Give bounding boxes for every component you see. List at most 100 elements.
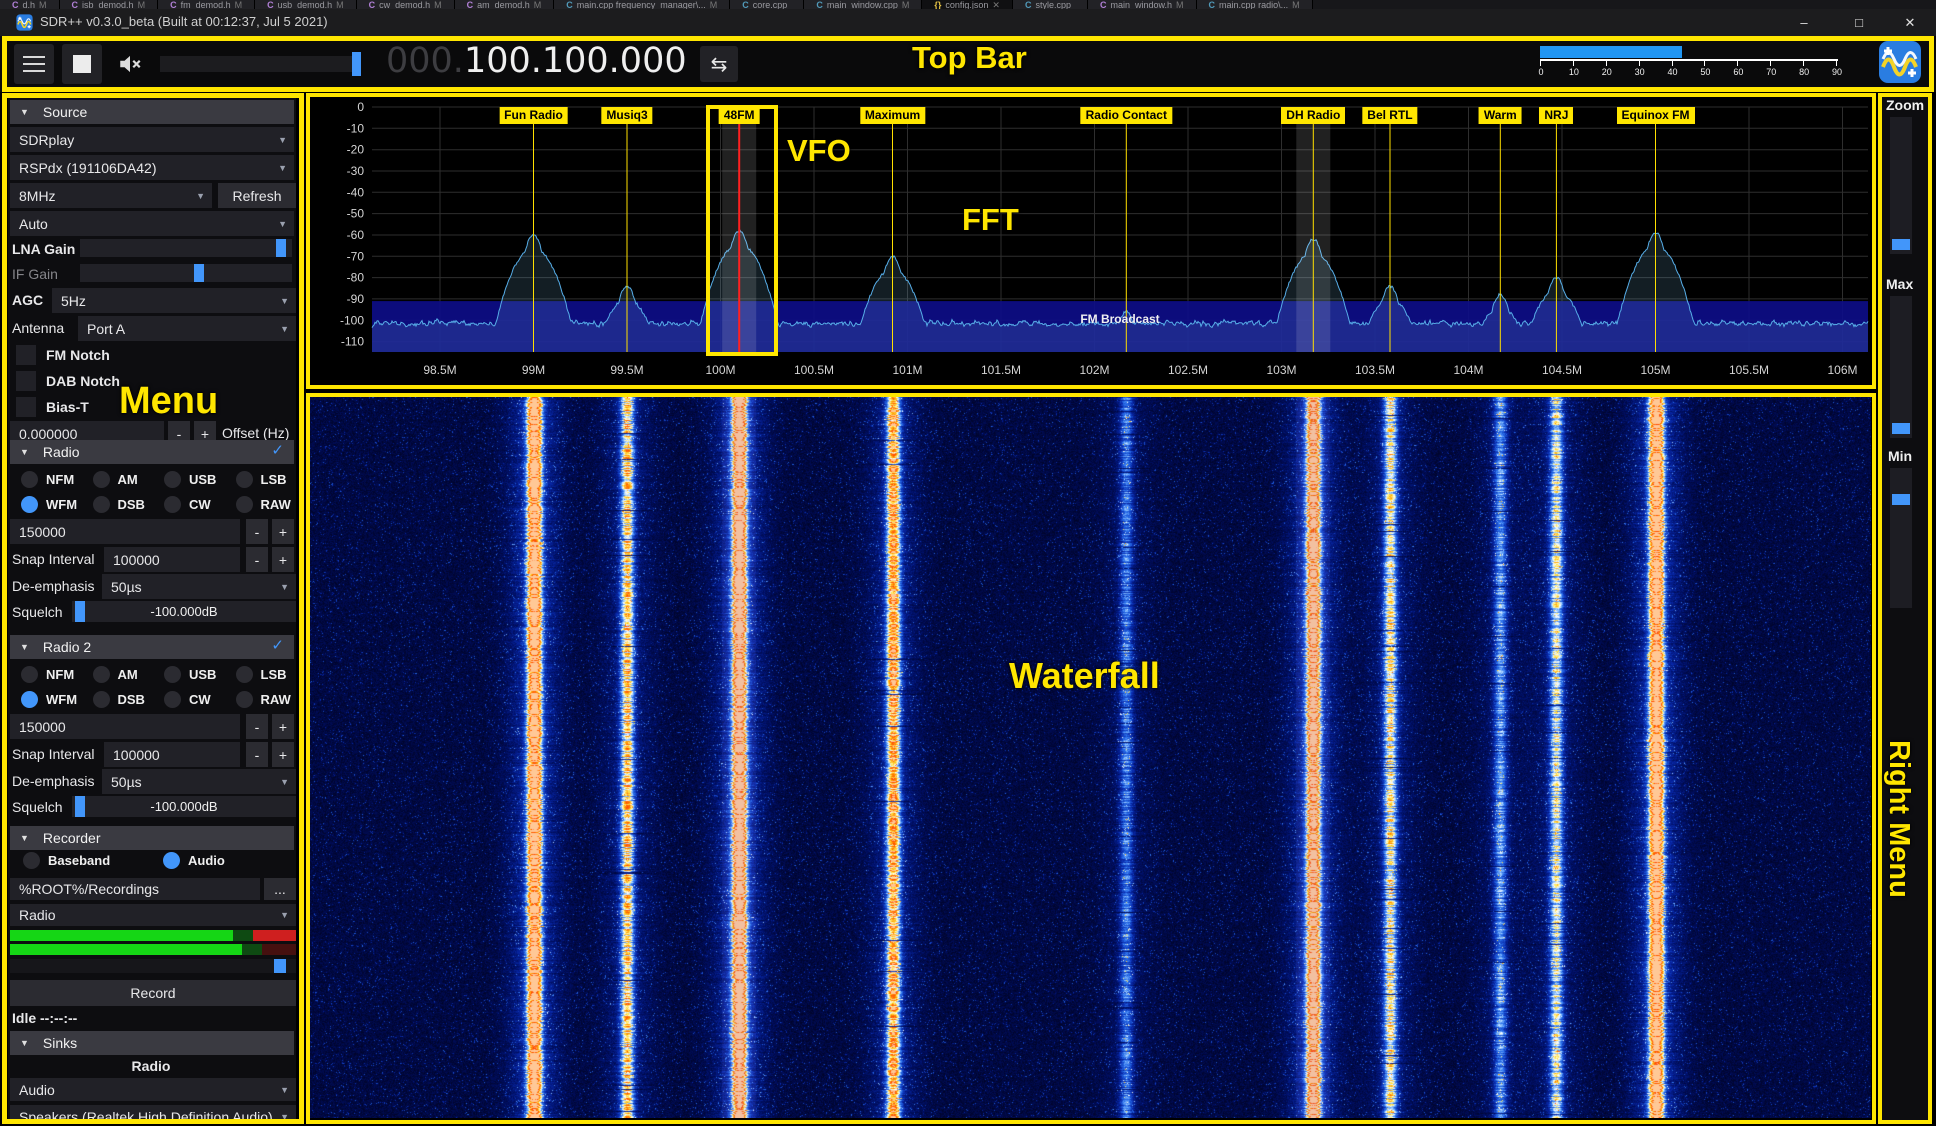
mode-am[interactable]: AM (82, 467, 154, 492)
recorder-stream-select[interactable]: Radio▼ (10, 904, 296, 926)
editor-tab[interactable]: Cusb_demod.hM (255, 0, 357, 9)
close-button[interactable]: ✕ (1888, 12, 1932, 34)
zoom-slider[interactable] (1890, 117, 1912, 254)
radio1-snap-minus-button[interactable]: - (246, 547, 268, 572)
sinks-section-header[interactable]: ▼ Sinks (10, 1031, 294, 1055)
mode-nfm[interactable]: NFM (10, 662, 82, 687)
mode-dsb[interactable]: DSB (82, 492, 154, 517)
max-slider[interactable] (1890, 296, 1912, 438)
recorder-mode-audio[interactable]: Audio (152, 852, 296, 869)
radio2-bw-minus-button[interactable]: - (246, 714, 268, 739)
radio2-bandwidth-input[interactable]: 150000 (10, 714, 240, 739)
editor-tab[interactable]: Ccw_demod.hM (357, 0, 455, 9)
mode-usb[interactable]: USB (153, 467, 225, 492)
radio1-bandwidth-input[interactable]: 150000 (10, 519, 240, 544)
record-button[interactable]: Record (10, 980, 296, 1006)
mode-wfm-selected[interactable]: WFM (10, 687, 82, 712)
volume-slider[interactable] (160, 56, 360, 72)
radio2-squelch-slider[interactable]: -100.000dB (72, 796, 296, 817)
radio2-section-header[interactable]: ▼ Radio 2 ✓ (10, 635, 294, 659)
window-title-bar[interactable]: SDR++ v0.3.0_beta (Built at 00:12:37, Ju… (0, 9, 1936, 36)
station-label[interactable]: Musiq3 (601, 107, 652, 124)
lna-gain-slider[interactable] (80, 239, 292, 257)
source-bandwidth-select[interactable]: 8MHz▼ (10, 183, 212, 208)
mute-button[interactable] (110, 44, 150, 84)
max-slider-handle[interactable] (1892, 423, 1910, 434)
editor-tab[interactable]: Cfm_demod.hM (158, 0, 255, 9)
recorder-path-input[interactable]: %ROOT%/Recordings (10, 878, 260, 900)
frequency-display[interactable]: 000.100.100.000 (386, 41, 687, 81)
vfo-center-toggle-button[interactable]: ⇆ (700, 46, 738, 82)
fft-plot[interactable]: 0-10-20-30-40-50-60-70-80-90-100-11098.5… (306, 93, 1876, 389)
module-enabled-check-icon[interactable]: ✓ (271, 441, 284, 459)
if-gain-handle[interactable] (194, 264, 204, 282)
lna-gain-handle[interactable] (276, 239, 286, 257)
station-label[interactable]: Warm (1479, 107, 1522, 124)
radio2-snap-minus-button[interactable]: - (246, 742, 268, 767)
editor-tab[interactable]: Cmain_window.cppM (804, 0, 922, 9)
recorder-mode-baseband[interactable]: Baseband (12, 852, 163, 869)
if-gain-slider[interactable] (80, 264, 292, 282)
browse-button[interactable]: ... (264, 878, 296, 900)
gain-mode-select[interactable]: Auto▼ (10, 211, 294, 236)
editor-tab[interactable]: Cmain_window.hM (1088, 0, 1197, 9)
mode-raw[interactable]: RAW (225, 687, 297, 712)
source-section-header[interactable]: ▼ Source (10, 100, 294, 124)
radio-section-header[interactable]: ▼ Radio ✓ (10, 440, 294, 464)
waterfall-display[interactable] (310, 397, 1871, 1118)
editor-tab[interactable]: Cmain.cpp radio\...M (1197, 0, 1313, 9)
editor-tab[interactable]: Ccore.cpp (730, 0, 804, 9)
editor-tab[interactable]: Cd.hM (0, 0, 60, 9)
mode-wfm-selected[interactable]: WFM (10, 492, 82, 517)
volume-slider-handle[interactable] (352, 52, 361, 76)
bias-t-checkbox[interactable] (16, 397, 36, 417)
refresh-button[interactable]: Refresh (218, 183, 296, 208)
mode-lsb[interactable]: LSB (225, 467, 297, 492)
station-label[interactable]: Bel RTL (1362, 107, 1417, 124)
recorder-volume-slider[interactable] (10, 959, 296, 973)
module-enabled-check-icon[interactable]: ✓ (271, 636, 284, 654)
radio1-snap-input[interactable]: 100000 (104, 547, 240, 572)
station-label[interactable]: Maximum (860, 107, 925, 124)
dab-notch-checkbox[interactable] (16, 371, 36, 391)
recorder-volume-handle[interactable] (274, 959, 286, 973)
mode-cw[interactable]: CW (153, 687, 225, 712)
mode-usb[interactable]: USB (153, 662, 225, 687)
radio1-deemphasis-select[interactable]: 50µs▼ (102, 574, 296, 599)
source-device-select[interactable]: RSPdx (191106DA42)▼ (10, 155, 294, 180)
stop-button[interactable] (62, 44, 102, 84)
radio2-bw-plus-button[interactable]: + (272, 714, 294, 739)
radio1-bw-minus-button[interactable]: - (246, 519, 268, 544)
agc-select[interactable]: 5Hz▼ (52, 288, 296, 313)
station-label[interactable]: DH Radio (1281, 107, 1345, 124)
mode-raw[interactable]: RAW (225, 492, 297, 517)
sink-device-select[interactable]: Speakers (Realtek High Definition Audio)… (10, 1105, 296, 1124)
menu-toggle-button[interactable] (14, 44, 54, 84)
mode-lsb[interactable]: LSB (225, 662, 297, 687)
radio1-squelch-slider[interactable]: -100.000dB (72, 601, 296, 622)
station-label[interactable]: NRJ (1539, 107, 1573, 124)
editor-tab[interactable]: Cam_demod.hM (455, 0, 555, 9)
editor-tab[interactable]: Cmain.cpp frequency_manager\...M (554, 0, 730, 9)
station-label[interactable]: 48FM (719, 107, 760, 124)
mode-dsb[interactable]: DSB (82, 687, 154, 712)
editor-tab-strip[interactable]: Cd.hMCisb_demod.hMCfm_demod.hMCusb_demod… (0, 0, 1936, 9)
maximize-button[interactable]: □ (1837, 12, 1881, 34)
radio2-snap-plus-button[interactable]: + (272, 742, 294, 767)
editor-tab[interactable]: Cstyle.cpp (1013, 0, 1088, 9)
radio1-bw-plus-button[interactable]: + (272, 519, 294, 544)
mode-nfm[interactable]: NFM (10, 467, 82, 492)
radio2-deemphasis-select[interactable]: 50µs▼ (102, 769, 296, 794)
antenna-select[interactable]: Port A▼ (78, 316, 296, 341)
editor-tab[interactable]: {}config.json✕ (922, 0, 1013, 9)
recorder-section-header[interactable]: ▼ Recorder (10, 826, 294, 850)
zoom-slider-handle[interactable] (1892, 239, 1910, 250)
min-slider[interactable] (1890, 468, 1912, 608)
station-label[interactable]: Fun Radio (499, 107, 568, 124)
minimize-button[interactable]: – (1782, 12, 1826, 34)
mode-am[interactable]: AM (82, 662, 154, 687)
fm-notch-checkbox[interactable] (16, 345, 36, 365)
source-driver-select[interactable]: SDRplay▼ (10, 127, 294, 152)
min-slider-handle[interactable] (1892, 494, 1910, 505)
editor-tab[interactable]: Cisb_demod.hM (60, 0, 159, 9)
